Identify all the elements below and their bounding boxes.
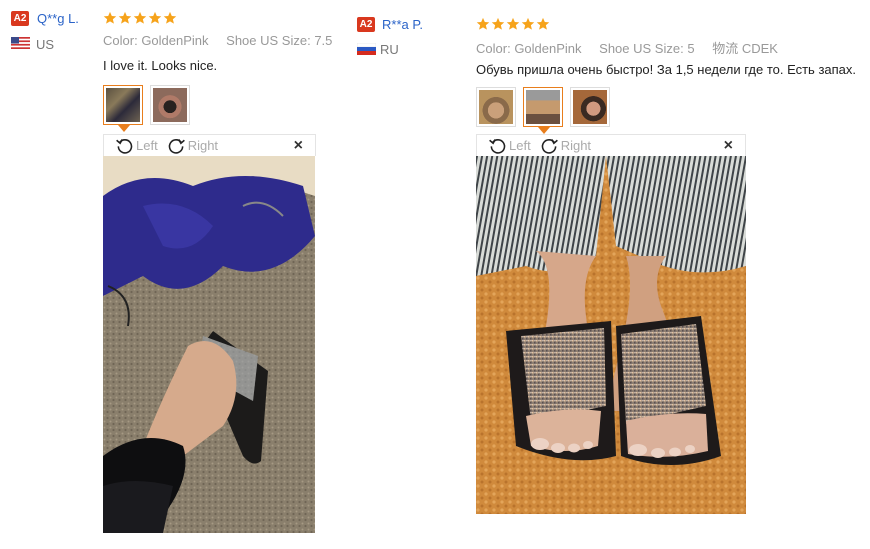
review-photo[interactable] — [476, 156, 746, 514]
viewer-toolbar: Left Right × — [103, 134, 316, 156]
star-icon — [148, 11, 162, 24]
rotate-right-icon — [168, 138, 185, 154]
photo-thumbnail[interactable] — [570, 87, 610, 127]
us-flag-icon — [11, 37, 30, 49]
size-label: Shoe US Size: — [599, 41, 684, 56]
star-icon — [103, 11, 117, 24]
size-label: Shoe US Size: — [226, 33, 311, 48]
photo-thumbnail[interactable] — [150, 85, 190, 125]
star-icon — [133, 11, 147, 24]
star-icon — [476, 17, 490, 30]
rotate-right-label: Right — [560, 138, 592, 153]
rotate-left-button[interactable]: Left — [114, 135, 158, 156]
close-viewer-button[interactable]: × — [294, 137, 303, 155]
star-rating — [476, 17, 550, 31]
rotate-left-label: Left — [509, 138, 531, 153]
star-icon — [506, 17, 520, 30]
buyer-country: US — [36, 37, 55, 52]
color-value: GoldenPink — [141, 33, 209, 48]
star-icon — [491, 17, 505, 30]
color-value: GoldenPink — [514, 41, 582, 56]
rotate-left-label: Left — [136, 138, 158, 153]
color-label: Color: — [476, 41, 511, 56]
rotate-right-button[interactable]: Right — [539, 135, 591, 156]
review-text: Обувь пришла очень быстро! За 1,5 недели… — [476, 62, 857, 77]
star-icon — [536, 17, 550, 30]
photo-thumbnail[interactable] — [103, 85, 143, 132]
sandal-photo-image — [103, 156, 315, 533]
buyer-name[interactable]: R**a P. — [382, 17, 423, 32]
star-icon — [163, 11, 177, 24]
buyer-name[interactable]: Q**g L. — [37, 11, 79, 26]
star-icon — [521, 17, 535, 30]
size-value: 5 — [687, 41, 695, 56]
buyer-level-badge: A2 — [11, 11, 29, 26]
review-photo[interactable] — [103, 156, 315, 533]
sandal-photo-image — [476, 156, 746, 514]
shipping-value: CDEK — [741, 41, 778, 56]
photo-thumbnail[interactable] — [523, 87, 563, 134]
star-icon — [118, 11, 132, 24]
ru-flag-icon — [357, 43, 376, 55]
thumbnail-strip — [476, 87, 610, 134]
viewer-toolbar: Left Right × — [476, 134, 746, 156]
thumbnail-strip — [103, 85, 190, 132]
product-attributes: Color: GoldenPink Shoe US Size: 5 物流 CDE… — [476, 38, 792, 57]
rotate-right-icon — [541, 138, 558, 154]
size-value: 7.5 — [314, 33, 333, 48]
rotate-right-button[interactable]: Right — [166, 135, 218, 156]
rotate-left-button[interactable]: Left — [487, 135, 531, 156]
color-label: Color: — [103, 33, 138, 48]
rotate-right-label: Right — [187, 138, 219, 153]
rotate-left-icon — [116, 138, 133, 154]
rotate-left-icon — [489, 138, 506, 154]
buyer-level-badge: A2 — [357, 17, 375, 32]
star-rating — [103, 11, 177, 25]
buyer-country: RU — [380, 42, 399, 57]
product-attributes: Color: GoldenPink Shoe US Size: 7.5 — [103, 33, 346, 48]
shipping-label: 物流 — [712, 41, 739, 56]
close-viewer-button[interactable]: × — [724, 137, 733, 155]
photo-thumbnail[interactable] — [476, 87, 516, 127]
review-text: I love it. Looks nice. — [103, 58, 218, 73]
